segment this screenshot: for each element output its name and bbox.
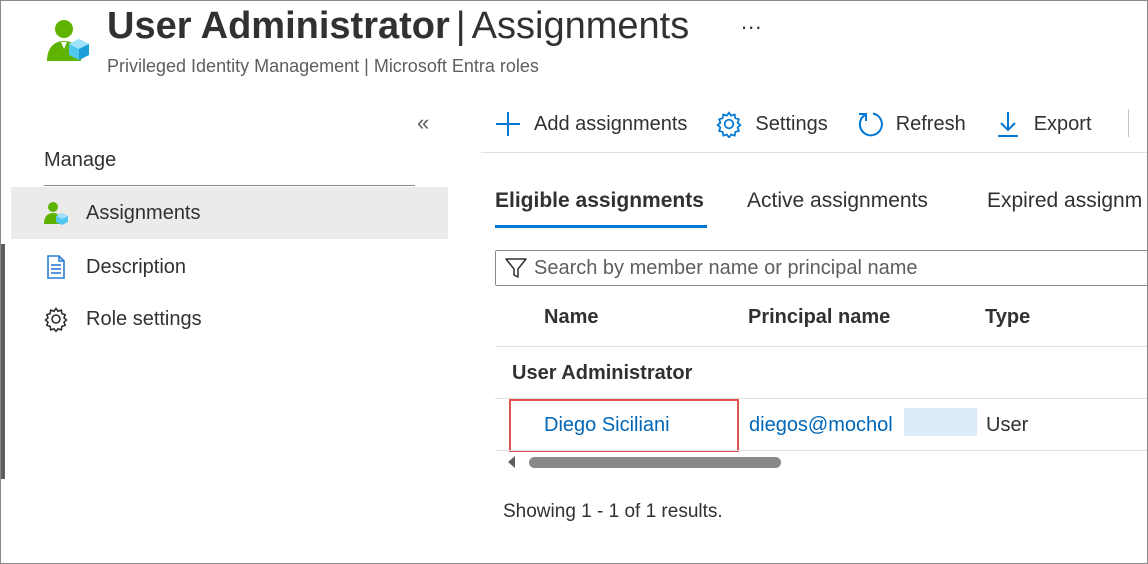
document-icon: [43, 254, 69, 280]
redacted-region: [904, 408, 977, 436]
tab-active-assignments[interactable]: Active assignments: [747, 187, 928, 215]
refresh-icon: [856, 110, 884, 138]
search-input[interactable]: [534, 256, 1134, 280]
add-assignments-button[interactable]: Add assignments: [494, 110, 687, 138]
gear-icon: [715, 110, 743, 138]
page-title-role: User Administrator: [107, 5, 450, 47]
add-assignments-label: Add assignments: [534, 112, 688, 135]
gear-icon: [43, 306, 69, 332]
command-bar: Add assignments Settings Refresh Export: [494, 105, 1120, 143]
page-title-section: Assignments: [471, 5, 690, 47]
user-assignment-icon: [43, 200, 69, 226]
plus-icon: [494, 110, 522, 138]
active-tab-indicator: [495, 225, 707, 228]
sidebar-item-label: Role settings: [86, 307, 202, 330]
toolbar-divider: [1128, 109, 1129, 137]
sidebar-item-description[interactable]: Description: [11, 241, 448, 293]
sidebar-item-label: Assignments: [86, 201, 201, 224]
collapse-sidebar-button[interactable]: «: [417, 111, 429, 135]
nav-divider: [44, 185, 415, 186]
settings-label: Settings: [755, 112, 828, 135]
download-icon: [994, 110, 1022, 138]
member-name-link[interactable]: Diego Siciliani: [544, 414, 670, 437]
column-header-name[interactable]: Name: [544, 306, 598, 329]
more-options-button[interactable]: ...: [741, 7, 762, 37]
horizontal-scrollbar-thumb[interactable]: [529, 457, 781, 468]
export-button[interactable]: Export: [994, 110, 1092, 138]
page-subtitle: Privileged Identity Management | Microso…: [107, 56, 539, 76]
toolbar-bottom-rule: [481, 152, 1147, 153]
refresh-button[interactable]: Refresh: [856, 110, 966, 138]
nav-section-title: Manage: [44, 149, 117, 171]
principal-name-link[interactable]: diegos@mochol: [749, 414, 893, 437]
scroll-left-arrow[interactable]: [508, 456, 515, 468]
page-title-separator: |: [455, 5, 466, 47]
column-header-type[interactable]: Type: [985, 306, 1030, 329]
row-divider: [495, 450, 1147, 451]
header-divider: [495, 346, 1147, 347]
group-header-row[interactable]: User Administrator: [512, 362, 692, 385]
column-header-principal-name[interactable]: Principal name: [748, 306, 890, 329]
sidebar-item-label: Description: [86, 255, 187, 278]
pim-assignments-page: User Administrator | Assignments ... Privi…: [0, 0, 1148, 564]
tab-expired-assignments[interactable]: Expired assignm: [987, 187, 1142, 215]
refresh-label: Refresh: [895, 112, 966, 135]
sidebar-item-role-settings[interactable]: Role settings: [11, 293, 448, 345]
search-box[interactable]: [495, 250, 1147, 286]
settings-button[interactable]: Settings: [715, 110, 828, 138]
export-label: Export: [1033, 112, 1092, 135]
page-title: User Administrator | Assignments: [107, 3, 689, 49]
member-type: User: [986, 414, 1029, 436]
filter-icon: [502, 254, 530, 282]
results-count: Showing 1 - 1 of 1 results.: [503, 501, 723, 522]
sidebar-item-assignments[interactable]: Assignments: [11, 187, 448, 239]
left-edge-scrollbar[interactable]: [1, 244, 5, 479]
user-admin-role-icon: [43, 17, 93, 63]
tab-eligible-assignments[interactable]: Eligible assignments: [495, 187, 704, 215]
